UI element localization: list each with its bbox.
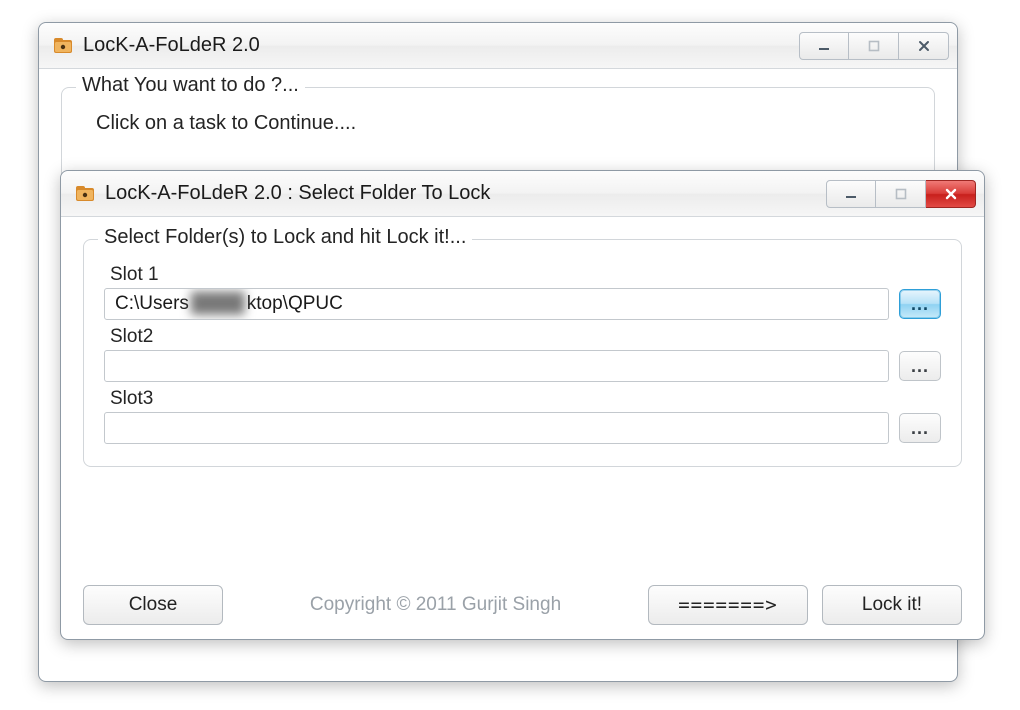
arrow-button[interactable]: =======>: [648, 585, 808, 625]
browse-button[interactable]: ...: [899, 351, 941, 381]
main-window-controls: [799, 32, 949, 60]
app-icon: [75, 184, 95, 204]
task-group-subtext: Click on a task to Continue....: [82, 106, 914, 143]
slot-label: Slot 1: [110, 264, 941, 286]
slot-label: Slot3: [110, 388, 941, 410]
slot-path-input[interactable]: [104, 350, 889, 382]
lock-it-button[interactable]: Lock it!: [822, 585, 962, 625]
minimize-button[interactable]: [799, 32, 849, 60]
task-group-legend: What You want to do ?...: [76, 74, 305, 97]
slot-row: ...: [104, 350, 941, 382]
slot-path-input[interactable]: [104, 412, 889, 444]
minimize-button[interactable]: [826, 180, 876, 208]
select-folder-group: Select Folder(s) to Lock and hit Lock it…: [83, 239, 962, 467]
browse-button[interactable]: ...: [899, 289, 941, 319]
main-window-title: LocK-A-FoLdeR 2.0: [83, 34, 789, 57]
slot-row: C:\Users████ktop\QPUC...: [104, 288, 941, 320]
copyright-text: Copyright © 2011 Gurjit Singh: [237, 594, 634, 616]
dialog-actions: Close Copyright © 2011 Gurjit Singh ====…: [83, 567, 962, 625]
browse-button[interactable]: ...: [899, 413, 941, 443]
slot-label: Slot2: [110, 326, 941, 348]
maximize-button: [876, 180, 926, 208]
slot-row: ...: [104, 412, 941, 444]
select-folder-group-legend: Select Folder(s) to Lock and hit Lock it…: [98, 226, 472, 249]
select-folder-dialog: LocK-A-FoLdeR 2.0 : Select Folder To Loc…: [60, 170, 985, 640]
dialog-title: LocK-A-FoLdeR 2.0 : Select Folder To Loc…: [105, 182, 816, 205]
close-button[interactable]: [926, 180, 976, 208]
app-icon: [53, 36, 73, 56]
close-button[interactable]: [899, 32, 949, 60]
close-dialog-button[interactable]: Close: [83, 585, 223, 625]
maximize-button: [849, 32, 899, 60]
dialog-window-controls: [826, 180, 976, 208]
dialog-titlebar[interactable]: LocK-A-FoLdeR 2.0 : Select Folder To Loc…: [61, 171, 984, 217]
dialog-content: Select Folder(s) to Lock and hit Lock it…: [61, 217, 984, 639]
main-window-titlebar[interactable]: LocK-A-FoLdeR 2.0: [39, 23, 957, 69]
slot-path-input[interactable]: C:\Users████ktop\QPUC: [104, 288, 889, 320]
